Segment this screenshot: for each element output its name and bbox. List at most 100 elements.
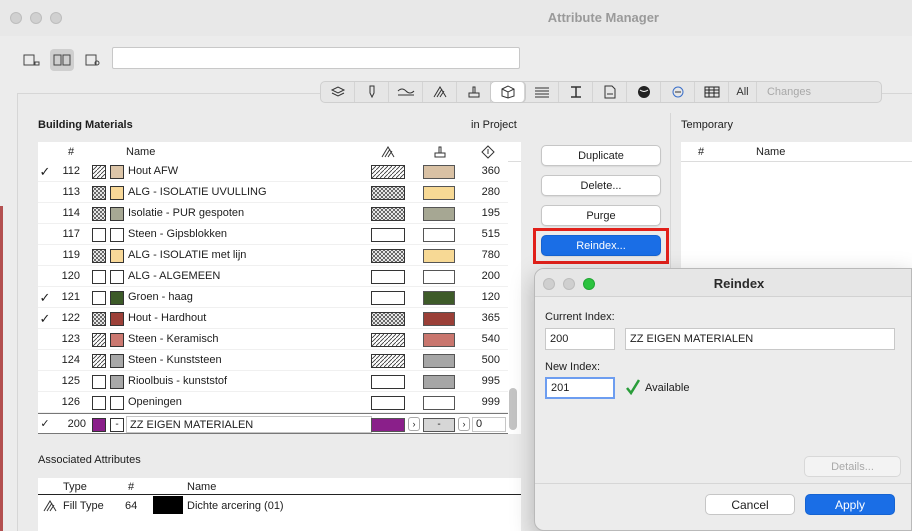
tab-fills[interactable] (423, 82, 457, 102)
tab-layers[interactable] (321, 82, 355, 102)
table-row[interactable]: ✓ 121 Groen - haag 120 (38, 287, 508, 308)
in-project-count: 995 (481, 375, 500, 387)
reindex-highlight-frame (533, 228, 669, 264)
hatch-swatch (92, 165, 106, 179)
delete-button[interactable]: Delete... (541, 175, 661, 196)
material-color-swatch (110, 396, 124, 410)
material-index: 120 (61, 270, 80, 282)
material-name-field[interactable]: ZZ EIGEN MATERIALEN (126, 416, 372, 433)
composite-icon (534, 87, 549, 98)
header-name[interactable]: Name (126, 142, 155, 162)
assoc-header-name[interactable]: Name (187, 481, 216, 493)
assoc-row[interactable]: Fill Type 64 Dichte arcering (01) (38, 496, 521, 516)
temp-header-name[interactable]: Name (756, 146, 785, 158)
material-index: 122 (61, 312, 80, 324)
building-materials-title: Building Materials (38, 119, 133, 131)
dialog-title-bar: Reindex (535, 269, 911, 297)
material-color-swatch (110, 207, 124, 221)
cancel-button[interactable]: Cancel (705, 494, 795, 515)
right-panel-view-button[interactable] (80, 49, 104, 71)
tab-all[interactable]: All (729, 82, 757, 102)
cut-fill-swatch (371, 312, 405, 326)
current-name-field: ZZ EIGEN MATERIALEN (625, 328, 895, 350)
table-row[interactable]: 126 Openingen 999 (38, 392, 508, 413)
cut-fill-box[interactable] (371, 418, 405, 432)
surface-swatch (423, 291, 455, 305)
material-name: Steen - Keramisch (128, 333, 219, 345)
in-project-count: 540 (481, 333, 500, 345)
table-row[interactable]: 124 Steen - Kunststeen 500 (38, 350, 508, 371)
material-index: 119 (62, 249, 80, 261)
material-name: Isolatie - PUR gespoten (128, 207, 245, 219)
table-row[interactable]: 120 ALG - ALGEMEEN 200 (38, 266, 508, 287)
tab-surfaces[interactable] (457, 82, 491, 102)
surface-swatch (423, 186, 455, 200)
table-row[interactable]: 114 Isolatie - PUR gespoten 195 (38, 203, 508, 224)
tab-zone-categories[interactable] (593, 82, 627, 102)
tab-property-tables[interactable] (695, 82, 729, 102)
table-row[interactable]: 123 Steen - Keramisch 540 (38, 329, 508, 350)
tab-pens[interactable] (355, 82, 389, 102)
cut-fill-swatch (371, 249, 405, 263)
surface-picker-arrow[interactable]: › (458, 417, 470, 431)
table-row[interactable]: 117 Steen - Gipsblokken 515 (38, 224, 508, 245)
list-scrollbar[interactable] (509, 388, 517, 430)
table-row[interactable]: 125 Rioolbuis - kunststof 995 (38, 371, 508, 392)
priority-field[interactable]: 0 (472, 417, 506, 432)
cut-fill-swatch (371, 396, 405, 410)
in-project-count: 360 (481, 165, 500, 177)
in-project-count: 200 (481, 270, 500, 282)
in-project-count: 780 (481, 249, 500, 261)
new-index-label: New Index: (545, 361, 601, 373)
material-index: 121 (61, 291, 80, 303)
in-project-count: 999 (481, 396, 500, 408)
material-index: 117 (62, 228, 80, 240)
search-input[interactable] (112, 47, 520, 69)
surface-swatch (423, 270, 455, 284)
header-num[interactable]: # (68, 142, 74, 162)
material-name: Rioolbuis - kunststof (128, 375, 228, 387)
hatch-swatch (92, 207, 106, 221)
purge-button[interactable]: Purge (541, 205, 661, 226)
fill-picker-arrow[interactable]: › (408, 417, 420, 431)
building-material-icon (501, 85, 514, 99)
fill-dash-box[interactable]: - (110, 418, 124, 432)
in-project-count: 515 (481, 228, 500, 240)
assoc-header-type[interactable]: Type (63, 481, 87, 493)
surface-dash-box[interactable]: - (423, 418, 455, 432)
tab-profiles[interactable] (559, 82, 593, 102)
material-name: Hout AFW (128, 165, 179, 177)
material-name: ALG - ISOLATIE met lijn (128, 249, 247, 261)
in-project-label: in Project (471, 119, 517, 131)
material-color-swatch[interactable] (92, 418, 106, 432)
surface-swatch (423, 354, 455, 368)
tab-renovation[interactable] (661, 82, 695, 102)
apply-button[interactable]: Apply (805, 494, 895, 515)
table-row[interactable]: 119 ALG - ISOLATIE met lijn 780 (38, 245, 508, 266)
hatch-swatch (92, 396, 106, 410)
temp-header-num[interactable]: # (698, 146, 704, 158)
tab-building-materials[interactable] (491, 82, 525, 102)
left-panel-view-button[interactable] (20, 49, 44, 71)
tab-changes[interactable]: Changes (757, 82, 821, 102)
selected-material-row[interactable]: ✓ 200 - ZZ EIGEN MATERIALEN › - › 0 (38, 413, 508, 434)
dual-panel-view-button[interactable] (50, 49, 74, 71)
details-button[interactable]: Details... (804, 456, 901, 477)
table-row[interactable]: ✓ 112 Hout AFW 360 (38, 161, 508, 182)
material-color-swatch (110, 354, 124, 368)
fill-type-icon (43, 500, 57, 512)
table-row[interactable]: 113 ALG - ISOLATIE UVULLING 280 (38, 182, 508, 203)
tab-mep-systems[interactable] (627, 82, 661, 102)
in-project-count: 500 (481, 354, 500, 366)
assoc-header-num[interactable]: # (128, 481, 134, 493)
pen-icon (369, 85, 374, 99)
tab-composites[interactable] (525, 82, 559, 102)
tab-line-types[interactable] (389, 82, 423, 102)
table-row[interactable]: ✓ 122 Hout - Hardhout 365 (38, 308, 508, 329)
cut-fill-swatch (371, 270, 405, 284)
duplicate-button[interactable]: Duplicate (541, 145, 661, 166)
material-name: Groen - haag (128, 291, 193, 303)
new-index-input[interactable]: 201 (545, 377, 615, 399)
current-index-field: 200 (545, 328, 615, 350)
material-index: 200 (67, 418, 86, 430)
